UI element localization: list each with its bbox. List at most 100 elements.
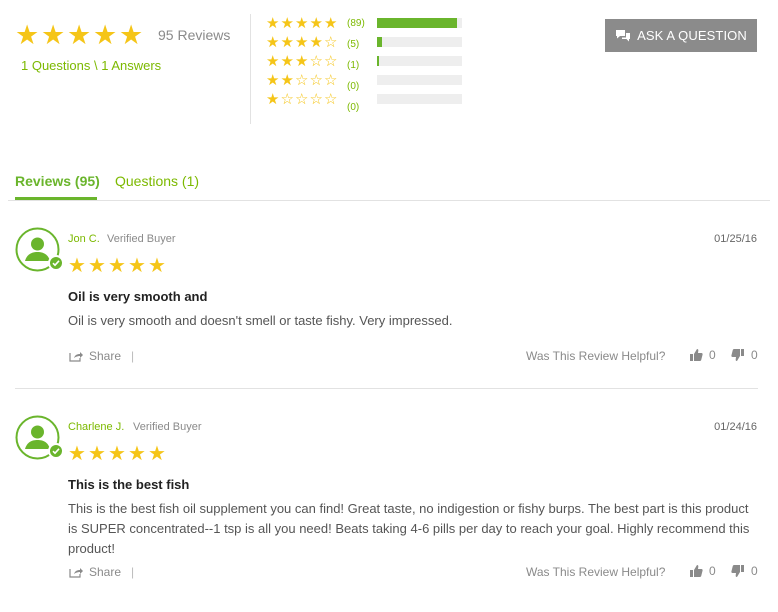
star-icon: ★ bbox=[295, 53, 308, 70]
ask-question-button[interactable]: ASK A QUESTION bbox=[605, 19, 757, 52]
histogram-stars: ★ ★ ★ ★ ☆ bbox=[266, 34, 339, 51]
star-icon: ★ bbox=[68, 255, 86, 277]
histogram-count: (89) bbox=[347, 18, 365, 29]
thumbs-down-icon bbox=[731, 565, 744, 577]
ask-question-label: ASK A QUESTION bbox=[637, 28, 747, 43]
star-icon: ★ bbox=[280, 72, 294, 89]
histogram-count: (0) bbox=[347, 81, 360, 92]
share-label: Share bbox=[89, 565, 122, 579]
down-vote-count: 0 bbox=[751, 564, 758, 578]
chat-bubbles-icon bbox=[616, 29, 631, 41]
review-body: This is the best fish oil supplement you… bbox=[68, 501, 750, 556]
action-separator: | bbox=[131, 565, 135, 579]
star-icon: ☆ bbox=[324, 91, 337, 108]
summary-divider bbox=[250, 14, 251, 124]
reviewer-name[interactable]: Jon C. bbox=[68, 233, 100, 245]
thumbs-up-button[interactable]: 0 bbox=[689, 564, 716, 578]
review-divider bbox=[15, 388, 758, 389]
star-icon: ★ bbox=[68, 443, 86, 465]
star-icon: ★ bbox=[295, 34, 308, 51]
thumbs-down-icon bbox=[731, 349, 744, 361]
tabs-divider bbox=[8, 200, 770, 201]
histogram-count: (5) bbox=[347, 39, 360, 50]
histogram-bar-fill bbox=[377, 56, 379, 66]
star-icon: ★ bbox=[148, 255, 166, 277]
star-icon: ★ bbox=[88, 255, 106, 277]
reviewer-name[interactable]: Charlene J. bbox=[68, 421, 124, 433]
star-icon: ☆ bbox=[324, 53, 337, 70]
star-icon: ★ bbox=[266, 91, 279, 108]
star-icon: ★ bbox=[266, 72, 279, 89]
star-icon: ★ bbox=[309, 34, 323, 51]
helpful-prompt: Was This Review Helpful? bbox=[526, 349, 666, 363]
avatar bbox=[15, 415, 64, 460]
share-button[interactable]: Share bbox=[69, 349, 121, 363]
histogram-count: (1) bbox=[347, 60, 360, 71]
tab-questions[interactable]: Questions (1) bbox=[115, 173, 199, 189]
star-icon: ★ bbox=[15, 20, 39, 50]
star-icon: ★ bbox=[295, 15, 308, 32]
avatar bbox=[15, 227, 64, 272]
thumbs-down-button[interactable]: 0 bbox=[731, 564, 758, 578]
review-title: This is the best fish bbox=[68, 477, 190, 492]
histogram-stars: ★ ☆ ☆ ☆ ☆ bbox=[266, 91, 339, 108]
thumbs-down-button[interactable]: 0 bbox=[731, 348, 758, 362]
star-icon: ☆ bbox=[309, 91, 323, 108]
star-icon: ★ bbox=[266, 15, 279, 32]
star-icon: ★ bbox=[309, 15, 323, 32]
star-icon: ★ bbox=[324, 15, 337, 32]
star-icon: ★ bbox=[93, 20, 117, 50]
tab-reviews[interactable]: Reviews (95) bbox=[15, 173, 100, 189]
review-body: Oil is very smooth and doesn't smell or … bbox=[68, 313, 453, 328]
histogram-bar bbox=[377, 75, 462, 85]
histogram-bar bbox=[377, 94, 462, 104]
helpful-prompt: Was This Review Helpful? bbox=[526, 565, 666, 579]
star-icon: ☆ bbox=[324, 72, 337, 89]
star-icon: ★ bbox=[128, 443, 146, 465]
questions-answers-link[interactable]: 1 Questions \ 1 Answers bbox=[21, 58, 161, 73]
verified-check-icon bbox=[52, 448, 60, 455]
up-vote-count: 0 bbox=[709, 348, 716, 362]
share-button[interactable]: Share bbox=[69, 565, 121, 579]
verified-badge bbox=[48, 443, 64, 459]
star-icon: ★ bbox=[88, 443, 106, 465]
verified-buyer-label: Verified Buyer bbox=[133, 421, 202, 433]
up-vote-count: 0 bbox=[709, 564, 716, 578]
share-icon bbox=[69, 568, 83, 578]
star-icon: ☆ bbox=[309, 53, 323, 70]
action-separator: | bbox=[131, 349, 135, 363]
star-icon: ★ bbox=[266, 34, 279, 51]
star-icon: ☆ bbox=[280, 91, 294, 108]
review-star-rating: ★ ★ ★ ★ ★ bbox=[68, 255, 168, 278]
star-icon: ★ bbox=[280, 53, 294, 70]
star-icon: ☆ bbox=[295, 91, 308, 108]
star-icon: ★ bbox=[280, 15, 294, 32]
review-date: 01/25/16 bbox=[714, 233, 757, 245]
histogram-bar bbox=[377, 37, 462, 47]
verified-badge bbox=[48, 255, 64, 271]
star-icon: ☆ bbox=[295, 72, 308, 89]
star-icon: ★ bbox=[108, 443, 126, 465]
histogram-bar bbox=[377, 18, 462, 28]
star-icon: ★ bbox=[266, 53, 279, 70]
histogram-stars: ★ ★ ★ ★ ★ bbox=[266, 15, 339, 32]
thumbs-up-icon bbox=[690, 565, 703, 577]
star-icon: ★ bbox=[119, 20, 143, 50]
star-icon: ★ bbox=[148, 443, 166, 465]
histogram-stars: ★ ★ ☆ ☆ ☆ bbox=[266, 72, 339, 89]
thumbs-up-button[interactable]: 0 bbox=[689, 348, 716, 362]
review-date: 01/24/16 bbox=[714, 421, 757, 433]
review-title: Oil is very smooth and bbox=[68, 289, 208, 304]
histogram-bar-fill bbox=[377, 37, 383, 47]
down-vote-count: 0 bbox=[751, 348, 758, 362]
histogram-stars: ★ ★ ★ ☆ ☆ bbox=[266, 53, 339, 70]
thumbs-up-icon bbox=[690, 349, 703, 361]
star-icon: ☆ bbox=[309, 72, 323, 89]
star-icon: ☆ bbox=[324, 34, 337, 51]
share-label: Share bbox=[89, 349, 122, 363]
histogram-count: (0) bbox=[347, 102, 360, 113]
review-star-rating: ★ ★ ★ ★ ★ bbox=[68, 443, 168, 466]
star-icon: ★ bbox=[108, 255, 126, 277]
review-count: 95 Reviews bbox=[158, 27, 231, 43]
star-icon: ★ bbox=[67, 20, 91, 50]
